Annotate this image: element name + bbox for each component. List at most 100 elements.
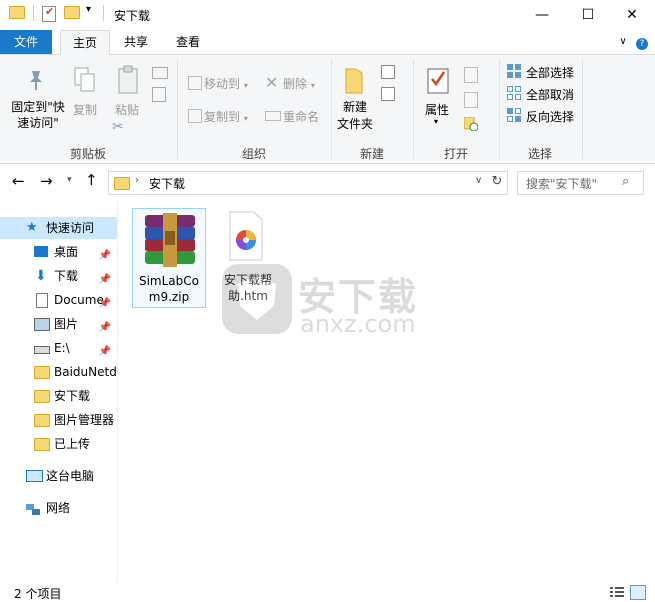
tab-file[interactable]: 文件 [0, 30, 52, 54]
computer-icon [26, 470, 43, 482]
nav-item-downloads[interactable]: ⬇ 下载 📌 [0, 265, 117, 287]
pin-label-line2: 速访问" [17, 116, 59, 130]
easy-access-icon[interactable] [381, 87, 395, 101]
recent-locations-icon[interactable]: ▾ [67, 175, 72, 185]
folder-icon [34, 366, 50, 379]
nav-item-pictures[interactable]: 图片 📌 [0, 313, 117, 335]
delete-button[interactable]: 删除 ▾ [283, 75, 315, 92]
address-dropdown-icon[interactable]: ∨ [475, 175, 482, 186]
properties-button[interactable]: 属性 [425, 101, 449, 118]
tab-share[interactable]: 共享 [114, 30, 158, 54]
nav-item-documents[interactable]: Docume 📌 [0, 289, 117, 311]
file-list: SimLabCo m9.zip 安下载帮 助.htm 安下载 anxz.com [118, 200, 655, 582]
paste-icon [117, 65, 141, 95]
divider [33, 5, 34, 21]
copy-path-icon[interactable] [152, 67, 168, 79]
properties-icon [427, 66, 449, 94]
history-icon[interactable] [463, 116, 479, 132]
nav-label: Docume [54, 293, 104, 307]
group-separator [413, 59, 414, 159]
search-input[interactable]: 搜索"安下载" ⌕ [517, 171, 644, 195]
close-button[interactable]: ✕ [609, 0, 655, 30]
large-icons-view-icon[interactable] [630, 585, 646, 600]
nav-label: 图片 [54, 317, 79, 331]
file-name-line1: SimLabCo [138, 274, 200, 288]
breadcrumb-chevron-icon[interactable]: › [135, 175, 139, 186]
group-separator [582, 59, 583, 159]
collapse-ribbon-icon[interactable]: ∨ [616, 30, 630, 54]
html-file-icon [226, 210, 266, 262]
pin-quick-access-button[interactable]: 固定到"快 速访问" [8, 99, 68, 131]
file-name: SimLabCo m9.zip [133, 273, 205, 305]
forward-arrow-icon[interactable]: → [40, 172, 53, 190]
customize-quick-access-icon[interactable]: ▾ [86, 4, 91, 15]
refresh-icon[interactable]: ↻ [488, 171, 506, 193]
breadcrumb-current[interactable]: 安下载 [149, 175, 185, 192]
open-icon[interactable] [464, 67, 478, 83]
new-folder-icon [344, 67, 364, 95]
nav-item-network[interactable]: 网络 [0, 497, 117, 519]
nav-item-e-drive[interactable]: E:\ 📌 [0, 337, 117, 359]
search-icon[interactable]: ⌕ [622, 174, 629, 189]
select-none-button[interactable]: 全部取消 [526, 86, 574, 103]
nav-item-anxiazai[interactable]: 安下载 [0, 385, 117, 407]
nav-item-uploaded[interactable]: 已上传 [0, 433, 117, 455]
tab-view[interactable]: 查看 [166, 30, 210, 54]
winrar-archive-icon [141, 213, 199, 267]
copy-icon [74, 67, 96, 93]
select-all-icon [507, 64, 521, 78]
nav-label: BaiduNetd [54, 365, 117, 379]
new-item-icon[interactable] [381, 65, 395, 79]
nav-item-quick-access[interactable]: ★ 快速访问 [0, 217, 117, 239]
group-separator [177, 59, 178, 159]
up-arrow-icon[interactable]: ↑ [85, 171, 98, 189]
window-title: 安下载 [114, 9, 151, 23]
details-view-icon[interactable] [610, 586, 624, 598]
watermark-url: anxz.com [300, 310, 416, 338]
select-none-icon [507, 86, 521, 100]
maximize-button[interactable]: ☐ [565, 0, 611, 30]
nav-label: 图片管理器 [54, 413, 115, 427]
pin-icon: 📌 [98, 346, 111, 357]
invert-selection-icon [507, 108, 521, 122]
star-icon: ★ [26, 220, 38, 235]
watermark-shield-icon [220, 262, 294, 336]
edit-icon[interactable] [464, 92, 478, 108]
desktop-icon [34, 246, 48, 257]
group-separator [331, 59, 332, 159]
new-folder-line2: 文件夹 [336, 117, 373, 131]
nav-item-baidunet[interactable]: BaiduNetd [0, 361, 117, 383]
group-label-open: 打开 [443, 147, 468, 161]
new-folder-quick-icon[interactable] [64, 6, 80, 19]
pin-icon: 📌 [98, 298, 111, 309]
nav-item-desktop[interactable]: 桌面 📌 [0, 241, 117, 263]
properties-dropdown-icon[interactable]: ▾ [434, 117, 438, 126]
new-folder-button[interactable]: 新建 文件夹 [336, 99, 374, 133]
select-all-button[interactable]: 全部选择 [526, 64, 574, 81]
nav-item-this-pc[interactable]: 这台电脑 [0, 465, 117, 487]
network-icon [26, 501, 40, 515]
address-box[interactable]: › 安下载 ∨ [108, 171, 508, 195]
back-arrow-icon[interactable]: ← [12, 172, 25, 190]
address-bar-row: ← → ▾ ↑ › 安下载 ∨ ↻ 搜索"安下载" ⌕ [0, 164, 655, 200]
copy-to-button[interactable]: 复制到 ▾ [204, 108, 248, 125]
copy-button[interactable]: 复制 [73, 101, 97, 118]
cut-icon[interactable]: ✂ [112, 119, 124, 135]
nav-label: 桌面 [54, 245, 79, 259]
paste-button[interactable]: 粘贴 [115, 101, 139, 118]
file-item[interactable]: SimLabCo m9.zip [132, 208, 206, 308]
invert-selection-button[interactable]: 反向选择 [526, 108, 574, 125]
help-icon[interactable]: ? [633, 30, 651, 54]
paste-shortcut-icon[interactable] [152, 87, 166, 102]
pin-icon [26, 69, 46, 91]
item-count: 2 个项目 [14, 587, 62, 601]
nav-label: 下载 [54, 269, 79, 283]
nav-item-pic-manager[interactable]: 图片管理器 [0, 409, 117, 431]
move-to-button[interactable]: 移动到 ▾ [204, 75, 248, 92]
rename-button[interactable]: 重命名 [283, 108, 319, 125]
minimize-button[interactable]: — [519, 0, 565, 30]
status-bar: 2 个项目 [0, 582, 655, 602]
copy-to-label: 复制到 [204, 110, 241, 124]
properties-quick-icon[interactable]: ✔ [42, 5, 56, 22]
tab-home[interactable]: 主页 [60, 30, 110, 56]
